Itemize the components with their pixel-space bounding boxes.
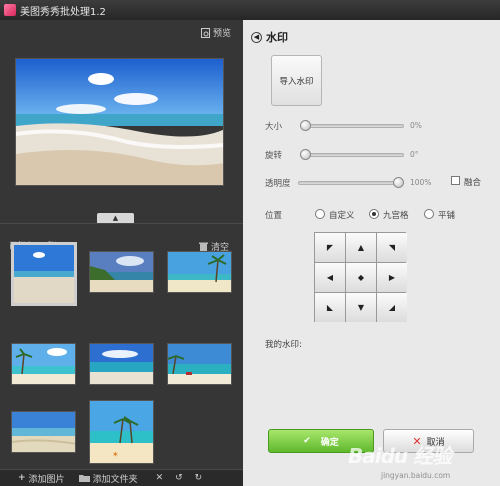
trash-icon xyxy=(198,242,208,252)
radio-custom[interactable] xyxy=(315,209,325,219)
rotate-slider-knob[interactable] xyxy=(300,149,311,160)
thumbnail-5[interactable] xyxy=(89,343,154,385)
add-folder-label: 添加文件夹 xyxy=(92,474,138,485)
position-middle-right[interactable]: ▶ xyxy=(377,263,407,292)
opacity-label: 透明度 xyxy=(265,179,291,189)
preview-icon xyxy=(200,27,210,38)
position-label: 位置 xyxy=(265,211,283,221)
radio-tile[interactable] xyxy=(424,209,434,219)
arrow-right-icon: ▶ xyxy=(388,273,396,282)
app-logo-icon xyxy=(4,4,16,16)
arrow-center-icon: ◆ xyxy=(357,273,365,282)
delete-icon[interactable]: ✕ xyxy=(156,473,164,483)
thumbnail-1[interactable] xyxy=(11,242,77,306)
position-middle-left[interactable]: ◀ xyxy=(315,263,345,292)
check-icon: ✔ xyxy=(303,436,311,446)
panel-title: ◀ 水印 xyxy=(251,29,288,45)
arrow-bottom-icon: ▼ xyxy=(357,303,365,312)
arrow-left-icon: ◀ xyxy=(326,273,334,282)
radio-nine-grid-label: 九宫格 xyxy=(383,211,409,221)
watermark-logo: Baidu 经验 xyxy=(348,444,452,468)
opacity-slider[interactable] xyxy=(298,177,404,188)
rotate-value: 0° xyxy=(410,150,419,159)
position-top-right[interactable]: ◥ xyxy=(377,233,407,262)
title-bar: 美图秀秀批处理1.2 xyxy=(0,0,500,20)
arrow-top-right-icon: ◥ xyxy=(388,243,396,252)
app-title: 美图秀秀批处理1.2 xyxy=(20,6,106,18)
opacity-slider-knob[interactable] xyxy=(393,177,404,188)
thumbnail-8[interactable]: ✶ xyxy=(89,400,154,464)
thumbnail-2[interactable] xyxy=(89,251,154,293)
position-bottom-center[interactable]: ▼ xyxy=(346,293,376,322)
preview-button[interactable]: 预览 xyxy=(200,26,231,39)
arrow-top-icon: ▲ xyxy=(357,243,365,252)
preview-image xyxy=(15,58,224,186)
divider xyxy=(0,223,243,224)
position-bottom-right[interactable]: ◢ xyxy=(377,293,407,322)
watermark-url: jingyan.baidu.com xyxy=(381,471,451,480)
my-watermark-label: 我的水印: xyxy=(265,340,302,350)
blend-checkbox[interactable] xyxy=(451,176,460,185)
radio-tile-label: 平铺 xyxy=(438,211,456,221)
import-watermark-button[interactable]: 导入水印 xyxy=(271,55,322,106)
thumbnail-3[interactable] xyxy=(167,251,232,293)
arrow-bottom-right-icon: ◢ xyxy=(388,303,396,312)
opacity-value: 100% xyxy=(410,178,432,187)
import-watermark-label: 导入水印 xyxy=(279,76,314,87)
arrow-top-left-icon: ◤ xyxy=(326,243,334,252)
bottom-toolbar: + 添加图片 添加文件夹 ✕ ↺ ↻ xyxy=(0,469,243,486)
preview-label: 预览 xyxy=(212,29,231,39)
size-value: 0% xyxy=(410,121,422,130)
rotate-right-icon[interactable]: ↻ xyxy=(195,473,203,483)
back-arrow-icon[interactable]: ◀ xyxy=(251,31,262,43)
add-image-label: 添加图片 xyxy=(28,474,65,485)
blend-label: 融合 xyxy=(464,178,482,188)
add-folder-button[interactable]: 添加文件夹 xyxy=(78,472,138,485)
position-center[interactable]: ◆ xyxy=(346,263,376,292)
plus-icon: + xyxy=(18,473,26,483)
ok-label: 确定 xyxy=(320,437,339,448)
size-slider[interactable] xyxy=(300,120,404,131)
rotate-slider[interactable] xyxy=(300,149,404,160)
position-top-left[interactable]: ◤ xyxy=(315,233,345,262)
thumbnail-7[interactable] xyxy=(11,411,76,453)
add-image-button[interactable]: + 添加图片 xyxy=(18,472,65,485)
rotate-label: 旋转 xyxy=(265,151,283,161)
svg-text:✶: ✶ xyxy=(112,450,119,459)
collapse-toggle[interactable]: ▲ xyxy=(97,213,134,223)
triangle-up-icon: ▲ xyxy=(112,214,119,222)
thumbnail-6[interactable] xyxy=(167,343,232,385)
left-panel: 预览 ▲ 已添加 8 张 清空 xyxy=(0,20,243,486)
position-bottom-left[interactable]: ◣ xyxy=(315,293,345,322)
folder-icon xyxy=(78,475,90,482)
position-grid: ◤ ▲ ◥ ◀ ◆ ▶ ◣ ▼ ◢ xyxy=(314,232,407,322)
size-slider-knob[interactable] xyxy=(300,120,311,131)
position-top-center[interactable]: ▲ xyxy=(346,233,376,262)
size-label: 大小 xyxy=(265,122,283,132)
arrow-bottom-left-icon: ◣ xyxy=(326,303,334,312)
rotate-left-icon[interactable]: ↺ xyxy=(175,473,183,483)
radio-nine-grid[interactable] xyxy=(369,209,379,219)
thumbnail-4[interactable] xyxy=(11,343,76,385)
panel-title-text: 水印 xyxy=(266,31,288,44)
watermark-panel: ◀ 水印 导入水印 大小 0% 旋转 0° 透明度 100% 融合 位置 自定义… xyxy=(243,20,500,486)
radio-custom-label: 自定义 xyxy=(329,211,355,221)
